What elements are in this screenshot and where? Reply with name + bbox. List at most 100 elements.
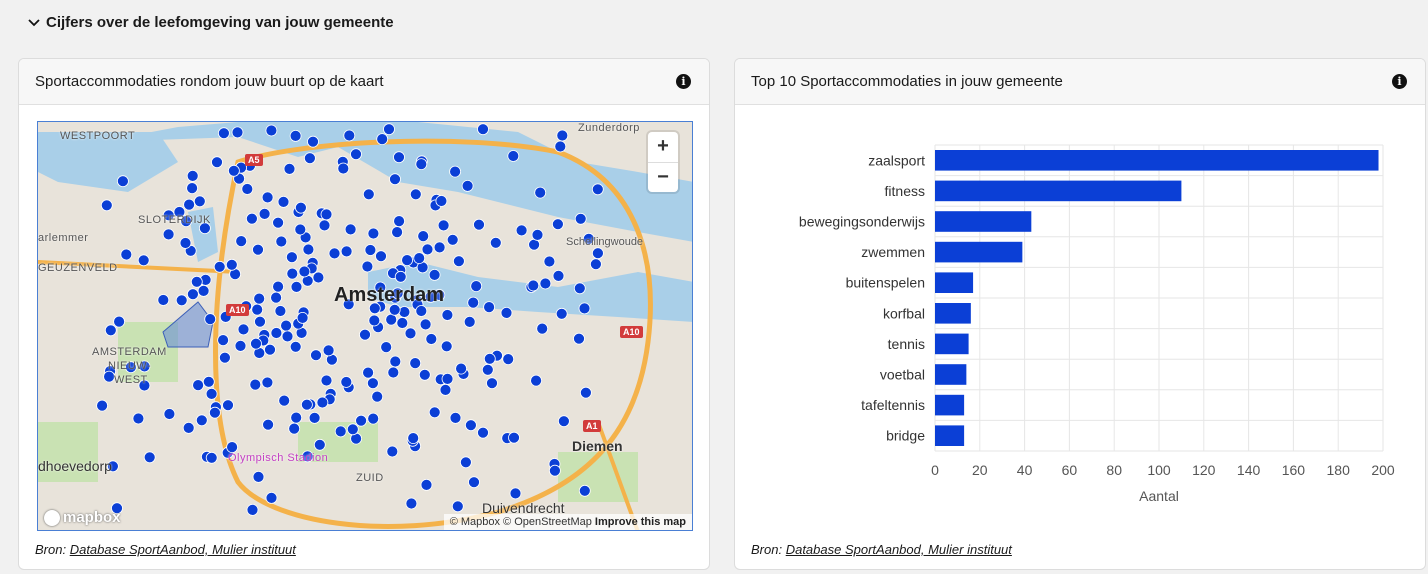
sport-location-marker[interactable] (235, 235, 248, 247)
source-link[interactable]: Database SportAanbod, Mulier instituut (70, 542, 296, 557)
sport-location-marker[interactable] (437, 219, 450, 232)
sport-location-marker[interactable] (473, 218, 485, 231)
sport-location-marker[interactable] (231, 126, 244, 139)
sport-location-marker[interactable] (409, 188, 422, 201)
sport-location-marker[interactable] (428, 268, 441, 281)
sport-location-marker[interactable] (265, 124, 278, 137)
sport-location-marker[interactable] (386, 445, 399, 458)
sport-location-marker[interactable] (186, 288, 199, 301)
sport-location-marker[interactable] (461, 180, 474, 192)
sport-location-marker[interactable] (393, 215, 406, 227)
sport-location-marker[interactable] (313, 438, 326, 451)
sport-location-marker[interactable] (258, 208, 271, 220)
sport-location-marker[interactable] (213, 260, 226, 273)
sport-location-marker[interactable] (527, 279, 540, 292)
sport-location-marker[interactable] (237, 323, 250, 336)
sport-location-marker[interactable] (355, 414, 368, 427)
sport-location-marker[interactable] (398, 306, 411, 318)
sport-location-marker[interactable] (483, 301, 496, 314)
zoom-in-button[interactable]: + (648, 132, 678, 163)
sport-location-marker[interactable] (208, 406, 221, 419)
sport-location-marker[interactable] (415, 158, 428, 170)
sport-location-marker[interactable] (272, 280, 285, 293)
sport-location-marker[interactable] (298, 265, 311, 278)
sport-location-marker[interactable] (417, 230, 430, 242)
sport-location-marker[interactable] (205, 387, 218, 400)
sport-location-marker[interactable] (344, 223, 357, 236)
sport-location-marker[interactable] (328, 247, 341, 260)
sport-location-marker[interactable] (396, 317, 409, 329)
sport-location-marker[interactable] (380, 341, 393, 354)
sport-location-marker[interactable] (195, 414, 208, 427)
sport-location-marker[interactable] (531, 229, 544, 241)
sport-location-marker[interactable] (467, 296, 480, 309)
sport-location-marker[interactable] (296, 311, 309, 324)
sport-location-marker[interactable] (534, 186, 547, 199)
sport-location-marker[interactable] (253, 292, 266, 305)
source-link[interactable]: Database SportAanbod, Mulier instituut (786, 542, 1012, 557)
sport-location-marker[interactable] (404, 327, 417, 340)
sport-location-marker[interactable] (226, 441, 239, 454)
sport-location-marker[interactable] (455, 362, 468, 375)
sport-location-marker[interactable] (489, 236, 502, 249)
sport-location-marker[interactable] (394, 270, 407, 283)
sport-location-marker[interactable] (137, 254, 150, 267)
sport-location-marker[interactable] (281, 330, 294, 343)
sport-location-marker[interactable] (280, 319, 293, 332)
sport-location-marker[interactable] (500, 306, 513, 319)
sport-location-marker[interactable] (486, 377, 498, 390)
sport-location-marker[interactable] (418, 368, 431, 381)
sport-location-marker[interactable] (132, 412, 145, 425)
sport-location-marker[interactable] (543, 255, 556, 268)
sport-location-marker[interactable] (186, 182, 199, 194)
sport-location-marker[interactable] (217, 127, 230, 140)
sport-location-marker[interactable] (459, 456, 472, 469)
sport-location-marker[interactable] (261, 191, 274, 204)
sport-location-marker[interactable] (277, 196, 290, 208)
sport-location-marker[interactable] (307, 135, 319, 148)
sport-location-marker[interactable] (143, 451, 156, 464)
sport-location-marker[interactable] (261, 376, 274, 389)
sport-location-marker[interactable] (310, 349, 322, 362)
sport-location-marker[interactable] (264, 343, 276, 356)
sport-location-marker[interactable] (549, 464, 561, 477)
sport-location-marker[interactable] (249, 378, 262, 391)
mapbox-logo[interactable]: mapbox (44, 509, 121, 526)
sport-location-marker[interactable] (574, 212, 587, 225)
sport-location-marker[interactable] (552, 218, 564, 231)
sport-location-marker[interactable] (507, 150, 520, 162)
sport-location-marker[interactable] (463, 315, 476, 328)
sport-location-marker[interactable] (375, 250, 387, 263)
info-icon[interactable]: i (676, 74, 691, 89)
sport-location-marker[interactable] (211, 156, 223, 169)
sport-location-marker[interactable] (285, 251, 298, 264)
sport-location-marker[interactable] (368, 314, 381, 327)
sport-location-marker[interactable] (96, 399, 108, 412)
sport-location-marker[interactable] (222, 399, 234, 412)
sport-location-marker[interactable] (254, 315, 266, 328)
sport-location-marker[interactable] (389, 173, 401, 186)
sport-location-marker[interactable] (573, 332, 585, 345)
sport-location-marker[interactable] (539, 277, 552, 290)
sport-location-marker[interactable] (183, 198, 196, 211)
sport-location-marker[interactable] (294, 223, 307, 236)
sport-location-marker[interactable] (163, 408, 176, 420)
sport-location-marker[interactable] (350, 148, 362, 161)
sport-location-marker[interactable] (283, 163, 296, 175)
section-toggle[interactable]: Cijfers over de leefomgeving van jouw ge… (28, 14, 394, 31)
sport-location-marker[interactable] (508, 431, 520, 444)
sport-location-marker[interactable] (464, 419, 477, 432)
zoom-out-button[interactable]: − (648, 163, 678, 193)
sport-location-marker[interactable] (179, 237, 192, 249)
sport-location-marker[interactable] (286, 267, 299, 280)
sport-location-marker[interactable] (312, 271, 325, 284)
sport-location-marker[interactable] (193, 195, 206, 208)
sport-location-marker[interactable] (225, 258, 238, 271)
sport-location-marker[interactable] (580, 386, 592, 399)
sport-location-marker[interactable] (265, 491, 278, 504)
sport-location-marker[interactable] (275, 235, 288, 248)
sport-location-marker[interactable] (205, 451, 218, 464)
sport-location-marker[interactable] (192, 379, 205, 392)
sport-location-marker[interactable] (592, 247, 604, 260)
sport-location-marker[interactable] (536, 322, 549, 335)
